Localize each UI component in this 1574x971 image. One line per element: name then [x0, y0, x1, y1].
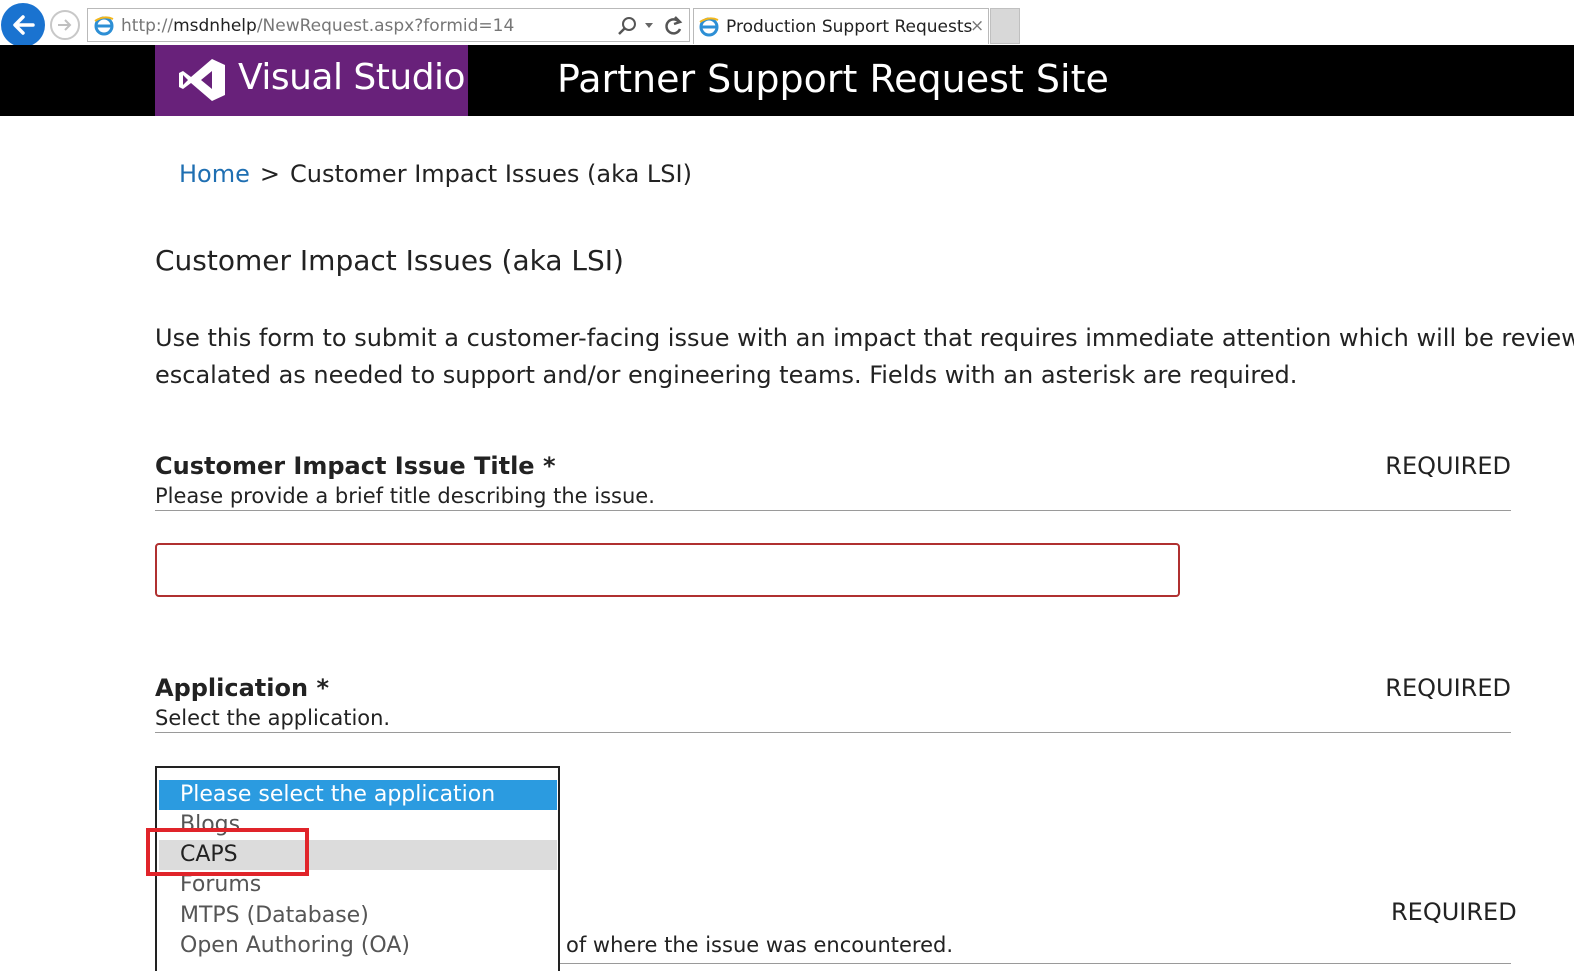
option-please-select[interactable]: Please select the application — [159, 780, 557, 810]
ie-icon — [94, 16, 114, 36]
search-icon[interactable] — [616, 15, 638, 37]
intro-line-2: escalated as needed to support and/or en… — [155, 361, 1298, 389]
required-indicator: REQUIRED — [1385, 674, 1511, 702]
application-field-header: Application * Select the application. RE… — [155, 674, 1511, 733]
breadcrumb-current: Customer Impact Issues (aka LSI) — [289, 160, 692, 188]
browser-tab[interactable]: Production Support Requests × — [693, 8, 989, 44]
page-title: Customer Impact Issues (aka LSI) — [155, 244, 624, 277]
option-open-authoring[interactable]: Open Authoring (OA) — [159, 931, 557, 961]
title-field-description: Please provide a brief title describing … — [155, 484, 655, 508]
application-field-label: Application * — [155, 674, 329, 702]
option-mtps-database[interactable]: MTPS (Database) — [159, 901, 557, 931]
visual-studio-logo[interactable]: Visual Studio — [155, 45, 468, 116]
logo-text: Visual Studio — [238, 57, 466, 98]
chevron-down-icon[interactable] — [644, 22, 654, 30]
site-header: Visual Studio Partner Support Request Si… — [0, 45, 1574, 116]
intro-text: Use this form to submit a customer-facin… — [155, 320, 1574, 394]
breadcrumb-home-link[interactable]: Home — [179, 160, 250, 188]
address-bar[interactable]: http://msdnhelp/NewRequest.aspx?formid=1… — [87, 8, 690, 42]
highlight-box — [146, 828, 309, 876]
ie-icon — [699, 17, 719, 37]
field-divider — [560, 963, 1511, 964]
issue-title-input[interactable] — [155, 543, 1180, 597]
site-title: Partner Support Request Site — [557, 57, 1109, 101]
refresh-icon[interactable] — [662, 14, 684, 38]
breadcrumb: Home > Customer Impact Issues (aka LSI) — [179, 160, 692, 188]
browser-chrome: http://msdnhelp/NewRequest.aspx?formid=1… — [0, 0, 1574, 47]
forward-arrow-icon — [58, 19, 72, 31]
url-text: http://msdnhelp/NewRequest.aspx?formid=1… — [121, 16, 515, 36]
location-field-description: of where the issue was encountered. — [566, 933, 954, 957]
forward-button[interactable] — [50, 10, 80, 40]
tab-close-icon[interactable]: × — [970, 16, 984, 36]
required-indicator: REQUIRED — [1391, 898, 1517, 926]
application-field-description: Select the application. — [155, 706, 391, 730]
back-arrow-icon — [13, 15, 35, 35]
tab-title: Production Support Requests — [726, 17, 973, 37]
new-tab-button[interactable] — [990, 8, 1020, 44]
title-field-label: Customer Impact Issue Title * — [155, 452, 556, 480]
required-indicator: REQUIRED — [1385, 452, 1511, 480]
breadcrumb-separator: > — [259, 160, 280, 188]
back-button[interactable] — [1, 3, 45, 47]
visual-studio-icon — [179, 59, 225, 101]
intro-line-1: Use this form to submit a customer-facin… — [155, 324, 1574, 352]
title-field-header: Customer Impact Issue Title * Please pro… — [155, 452, 1511, 511]
